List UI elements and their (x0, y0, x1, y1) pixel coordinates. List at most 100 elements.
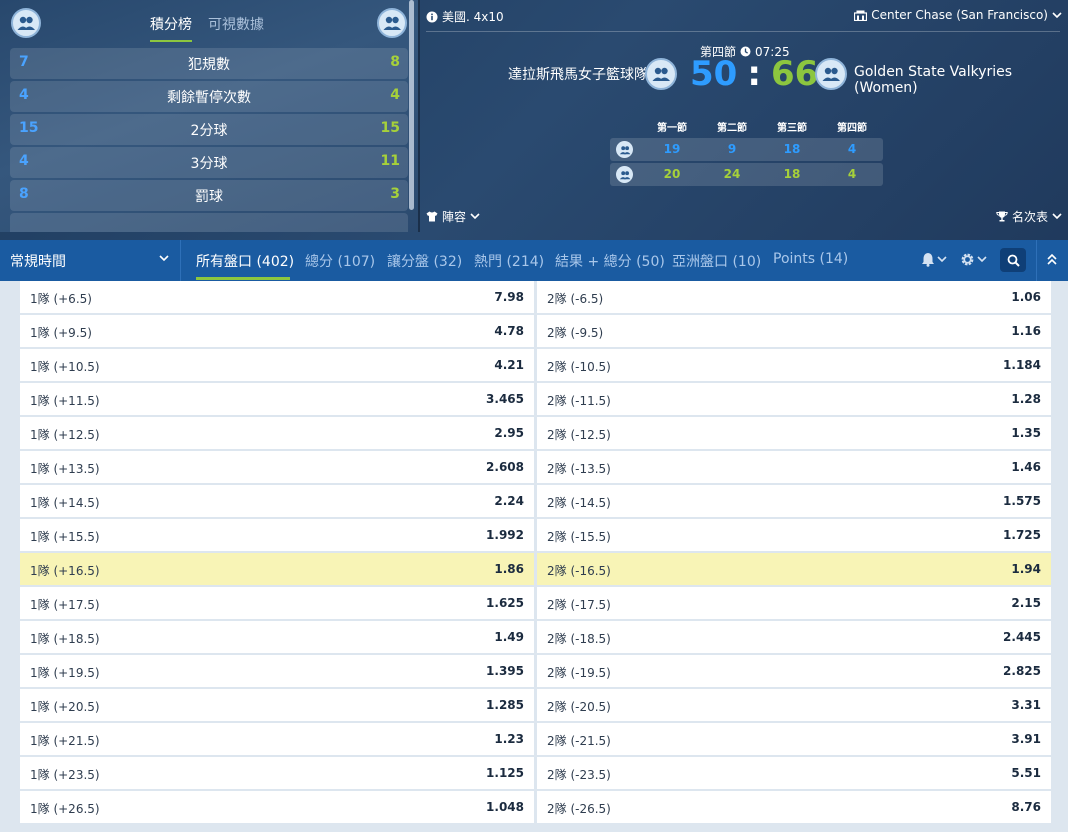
odds-label: 2隊 (-18.5) (547, 632, 611, 646)
right-odds-cell[interactable]: 2隊 (-20.5) 3.31 (537, 689, 1051, 721)
active-tab-indicator (196, 277, 290, 280)
right-odds-cell[interactable]: 2隊 (-9.5) 1.16 (537, 315, 1051, 347)
tab-handicap[interactable]: 讓分盤 (32) (387, 251, 462, 271)
odds-value: 1.575 (1003, 494, 1041, 508)
left-odds-cell[interactable]: 1隊 (+21.5) 1.23 (20, 723, 534, 755)
stats-scrollbar[interactable] (409, 0, 414, 210)
q2-team2: 24 (723, 167, 741, 181)
rankings-button[interactable]: 名次表 (996, 208, 1062, 225)
right-odds-cell[interactable]: 2隊 (-13.5) 1.46 (537, 451, 1051, 483)
stat-label: 罰球 (195, 189, 223, 205)
odds-label: 1隊 (+23.5) (30, 768, 100, 782)
chevron-down-icon[interactable] (158, 252, 170, 264)
stats-tabs: 積分榜 可視數據 (150, 14, 264, 42)
left-odds-cell[interactable]: 1隊 (+20.5) 1.285 (20, 689, 534, 721)
left-odds-cell[interactable]: 1隊 (+26.5) 1.048 (20, 791, 534, 823)
q4-team2: 4 (847, 167, 857, 181)
team2-name: Golden State Valkyries (Women) (854, 64, 1013, 96)
odds-label: 1隊 (+11.5) (30, 394, 100, 408)
stat-row-3pt: 4 3分球 11 (10, 147, 408, 178)
left-odds-cell[interactable]: 1隊 (+19.5) 1.395 (20, 655, 534, 687)
odds-value: 1.625 (486, 596, 524, 610)
period-select[interactable]: 常規時間 (10, 251, 66, 271)
score-separator: : (747, 54, 761, 94)
q3-team2: 18 (783, 167, 801, 181)
tab-totals[interactable]: 總分 (107) (305, 251, 375, 271)
odds-label: 2隊 (-21.5) (547, 734, 611, 748)
right-odds-cell[interactable]: 2隊 (-21.5) 3.91 (537, 723, 1051, 755)
settings-button[interactable] (960, 252, 987, 267)
right-odds-cell[interactable]: 2隊 (-19.5) 2.825 (537, 655, 1051, 687)
left-odds-cell[interactable]: 1隊 (+18.5) 1.49 (20, 621, 534, 653)
right-odds-cell[interactable]: 2隊 (-11.5) 1.28 (537, 383, 1051, 415)
odds-label: 2隊 (-6.5) (547, 292, 604, 306)
stat-away-value: 11 (380, 153, 400, 169)
left-odds-cell[interactable]: 1隊 (+14.5) 2.24 (20, 485, 534, 517)
right-odds-cell[interactable]: 2隊 (-6.5) 1.06 (537, 281, 1051, 313)
left-odds-cell[interactable]: 1隊 (+16.5) 1.86 (20, 553, 534, 585)
left-odds-cell[interactable]: 1隊 (+12.5) 2.95 (20, 417, 534, 449)
odds-value: 3.465 (486, 392, 524, 406)
tab-popular[interactable]: 熱門 (214) (474, 251, 544, 271)
collapse-button[interactable] (1046, 253, 1058, 266)
search-button[interactable] (1000, 248, 1026, 272)
tab-standings[interactable]: 積分榜 (150, 14, 192, 42)
stat-row-free-throws: 8 罰球 3 (10, 180, 408, 211)
right-odds-cell[interactable]: 2隊 (-15.5) 1.725 (537, 519, 1051, 551)
odds-label: 2隊 (-14.5) (547, 496, 611, 510)
venue-selector[interactable]: Center Chase (San Francisco) (854, 8, 1062, 22)
odds-value: 2.825 (1003, 664, 1041, 678)
left-odds-cell[interactable]: 1隊 (+9.5) 4.78 (20, 315, 534, 347)
odds-value: 1.125 (486, 766, 524, 780)
right-odds-cell[interactable]: 2隊 (-26.5) 8.76 (537, 791, 1051, 823)
market-tab-bar: 常規時間 所有盤口 (402) 總分 (107) 讓分盤 (32) 熱門 (21… (0, 240, 1068, 281)
odds-label: 1隊 (+6.5) (30, 292, 92, 306)
tab-visual-data[interactable]: 可視數據 (208, 14, 264, 42)
tab-points[interactable]: Points (14) (773, 251, 848, 267)
left-odds-cell[interactable]: 1隊 (+23.5) 1.125 (20, 757, 534, 789)
scoreboard: 50 : 66 (690, 54, 818, 94)
left-odds-cell[interactable]: 1隊 (+10.5) 4.21 (20, 349, 534, 381)
competition-info: 美國. 4x10 (426, 8, 504, 25)
stat-away-value: 4 (390, 87, 400, 103)
stat-away-value: 8 (390, 54, 400, 70)
odds-label: 2隊 (-15.5) (547, 530, 611, 544)
right-odds-cell[interactable]: 2隊 (-23.5) 5.51 (537, 757, 1051, 789)
stats-panel: 積分榜 可視數據 7 犯規數 8 4 剩餘暫停次數 4 15 2分球 15 4 … (0, 0, 418, 232)
odds-label: 2隊 (-17.5) (547, 598, 611, 612)
odds-label: 2隊 (-10.5) (547, 360, 611, 374)
team2-logo-icon (815, 58, 847, 90)
right-odds-cell[interactable]: 2隊 (-18.5) 2.445 (537, 621, 1051, 653)
tab-separator (1036, 240, 1037, 281)
odds-value: 4.78 (494, 324, 524, 338)
odds-value: 2.445 (1003, 630, 1041, 644)
q1-team1: 19 (663, 142, 681, 156)
right-odds-cell[interactable]: 2隊 (-10.5) 1.184 (537, 349, 1051, 381)
tab-all-markets[interactable]: 所有盤口 (402) (196, 251, 294, 271)
right-odds-cell[interactable]: 2隊 (-16.5) 1.94 (537, 553, 1051, 585)
right-odds-cell[interactable]: 2隊 (-14.5) 1.575 (537, 485, 1051, 517)
tab-result-total[interactable]: 結果 + 總分 (50) (555, 251, 665, 271)
notifications-button[interactable] (921, 252, 947, 267)
team1-avatar-icon (11, 8, 41, 38)
left-odds-cell[interactable]: 1隊 (+6.5) 7.98 (20, 281, 534, 313)
right-odds-cell[interactable]: 2隊 (-17.5) 2.15 (537, 587, 1051, 619)
chevron-down-icon (1052, 213, 1062, 220)
team1-score: 50 (690, 54, 738, 94)
venue-label: Center Chase (San Francisco) (871, 8, 1048, 22)
chevron-down-icon (1052, 11, 1062, 18)
odds-value: 1.06 (1011, 290, 1041, 304)
odds-value: 7.98 (494, 290, 524, 304)
odds-label: 2隊 (-9.5) (547, 326, 604, 340)
team1-logo-icon (645, 58, 677, 90)
left-odds-cell[interactable]: 1隊 (+15.5) 1.992 (20, 519, 534, 551)
tab-asian[interactable]: 亞洲盤口 (10) (672, 251, 761, 271)
left-odds-cell[interactable]: 1隊 (+13.5) 2.608 (20, 451, 534, 483)
left-odds-cell[interactable]: 1隊 (+17.5) 1.625 (20, 587, 534, 619)
left-odds-cell[interactable]: 1隊 (+11.5) 3.465 (20, 383, 534, 415)
odds-value: 2.15 (1011, 596, 1041, 610)
right-odds-cell[interactable]: 2隊 (-12.5) 1.35 (537, 417, 1051, 449)
lineup-button[interactable]: 陣容 (426, 208, 480, 225)
bell-icon (922, 253, 934, 267)
odds-value: 5.51 (1011, 766, 1041, 780)
